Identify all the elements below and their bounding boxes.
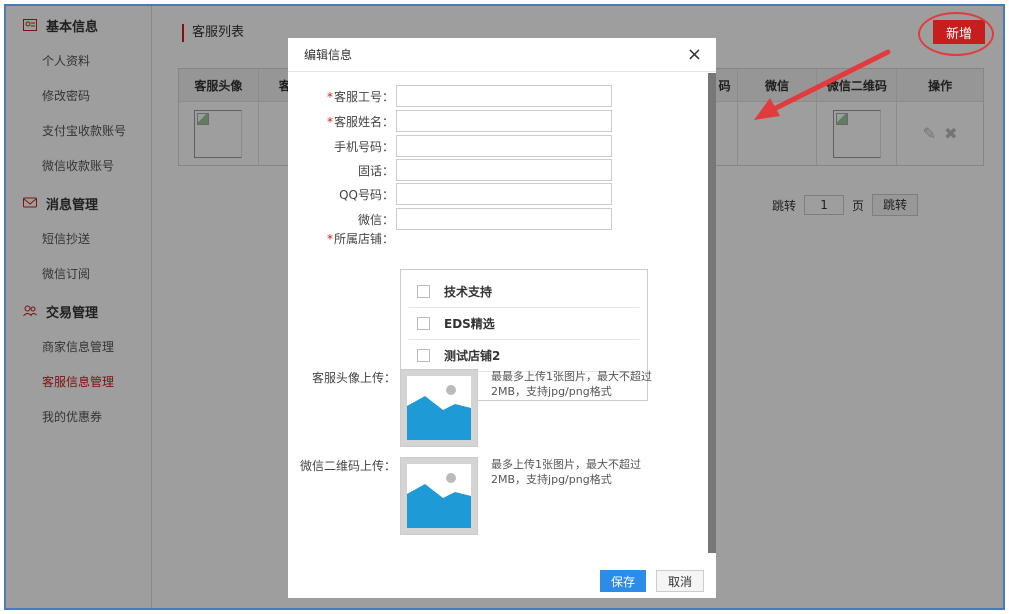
staff-name-input[interactable] — [396, 110, 612, 132]
save-button[interactable]: 保存 — [600, 570, 646, 592]
qrcode-upload-label: 微信二维码上传： — [299, 459, 396, 473]
form-row-staff-id: *客服工号： — [288, 85, 612, 107]
store-option[interactable]: 技术支持 — [409, 276, 639, 308]
phone-label: 手机号码： — [333, 139, 394, 154]
checkbox[interactable] — [417, 285, 430, 298]
form-row-qq: QQ号码： — [288, 183, 612, 205]
dialog-body: *客服工号： *客服姓名： 手机号码： 固话： QQ号码： 微信： *所属店铺：… — [288, 73, 708, 553]
close-icon[interactable]: × — [687, 46, 702, 64]
required-mark: * — [326, 114, 333, 129]
image-placeholder-icon — [407, 376, 471, 440]
form-row-phone: 手机号码： — [288, 135, 612, 157]
qq-label: QQ号码： — [339, 187, 394, 202]
image-placeholder-icon — [407, 464, 471, 528]
store-option-label: 技术支持 — [444, 285, 493, 299]
tel-label: 固话： — [357, 163, 394, 178]
staff-id-input[interactable] — [396, 85, 612, 107]
dialog-scrollbar[interactable] — [708, 73, 716, 553]
cancel-button[interactable]: 取消 — [656, 570, 704, 592]
checkbox[interactable] — [417, 349, 430, 362]
avatar-upload-label: 客服头像上传： — [311, 371, 396, 385]
required-mark: * — [326, 89, 333, 104]
staff-name-label: 客服姓名： — [333, 114, 394, 129]
wechat-input[interactable] — [396, 208, 612, 230]
form-row-stores: *所属店铺： — [288, 230, 396, 252]
form-row-tel: 固话： — [288, 159, 612, 181]
qq-input[interactable] — [396, 183, 612, 205]
add-staff-button[interactable]: 新增 — [933, 20, 985, 44]
phone-input[interactable] — [396, 135, 612, 157]
store-option-label: 测试店铺2 — [444, 349, 501, 363]
tel-input[interactable] — [396, 159, 612, 181]
store-option[interactable]: 测试店铺2 — [409, 340, 639, 372]
avatar-upload-hint: 最最多上传1张图片，最大不超过2MB，支持jpg/png格式 — [491, 370, 652, 398]
form-row-staff-name: *客服姓名： — [288, 110, 612, 132]
edit-info-dialog: 编辑信息 × *客服工号： *客服姓名： 手机号码： 固话： QQ号码： 微信：… — [288, 38, 716, 598]
qrcode-upload-box[interactable] — [400, 457, 478, 535]
qrcode-upload-hint: 最多上传1张图片，最大不超过2MB，支持jpg/png格式 — [491, 458, 641, 486]
staff-id-label: 客服工号： — [333, 89, 394, 104]
dialog-title: 编辑信息 — [304, 48, 353, 62]
avatar-upload-box[interactable] — [400, 369, 478, 447]
stores-label: 所属店铺： — [333, 232, 394, 246]
required-mark: * — [326, 232, 333, 246]
wechat-label: 微信： — [357, 212, 394, 227]
form-row-wechat: 微信： — [288, 208, 612, 230]
store-option-label: EDS精选 — [444, 317, 495, 331]
dialog-header: 编辑信息 × — [288, 38, 716, 72]
checkbox[interactable] — [417, 317, 430, 330]
store-option[interactable]: EDS精选 — [409, 308, 639, 340]
app-window: 基本信息 个人资料 修改密码 支付宝收款账号 微信收款账号 消息管理 短信抄送 … — [4, 4, 1005, 610]
annotation-arrow-icon — [754, 49, 891, 120]
